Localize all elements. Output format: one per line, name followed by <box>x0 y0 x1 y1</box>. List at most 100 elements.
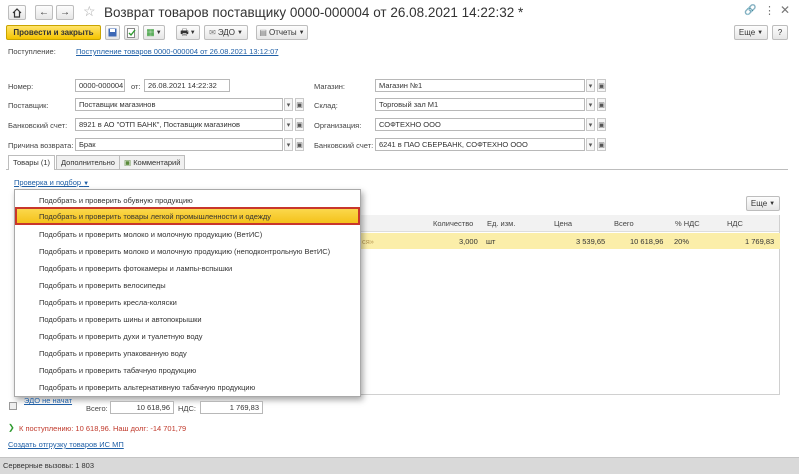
tab-goods[interactable]: Товары (1) <box>8 155 56 170</box>
basis-label: Поступление: <box>8 47 56 56</box>
tab-comment[interactable]: ▣ Комментарий <box>119 155 186 169</box>
edo-button[interactable]: ✉ ЭДО ▼ <box>204 25 248 40</box>
menu-item[interactable]: Подобрать и проверить молоко и молочную … <box>39 230 262 239</box>
vat-field: 1 769,83 <box>200 401 263 414</box>
more-button[interactable]: Еще ▼ <box>734 25 768 40</box>
org-bank-account-dropdown-button[interactable]: ▾ <box>586 138 595 151</box>
warehouse-label: Склад: <box>314 101 338 110</box>
close-icon[interactable]: ✕ <box>780 3 790 17</box>
edo-status-icon <box>9 402 17 410</box>
reports-label: Отчеты <box>268 28 297 37</box>
page-title: Возврат товаров поставщику 0000-000004 о… <box>104 5 524 20</box>
back-button[interactable]: ← <box>35 5 53 20</box>
save-button[interactable] <box>105 25 120 40</box>
org-bank-account-field[interactable]: 6241 в ПАО СБЕРБАНК, СОФТЕХНО ООО <box>375 138 585 151</box>
column-header-unit[interactable]: Ед. изм. <box>487 219 515 228</box>
return-reason-field[interactable]: Брак <box>75 138 283 151</box>
reports-button[interactable]: ▤ Отчеты ▼ <box>256 25 308 40</box>
number-field[interactable]: 0000-000004 <box>75 79 125 92</box>
kebab-icon[interactable]: ⋮ <box>764 4 775 17</box>
column-header-total[interactable]: Всего <box>614 219 634 228</box>
post-and-close-button[interactable]: Провести и закрыть <box>6 25 101 40</box>
check-and-select-link[interactable]: Проверка и подбор ▼ <box>14 178 89 187</box>
open-icon: ▣ <box>598 121 605 129</box>
expand-chevron-icon[interactable]: ❯ <box>8 423 15 432</box>
store-label: Магазин: <box>314 82 346 91</box>
create-based-on-button[interactable]: ▦ ▼ <box>143 25 165 40</box>
forward-button[interactable]: → <box>56 5 74 20</box>
basis-link[interactable]: Поступление товаров 0000-000004 от 26.08… <box>76 47 278 56</box>
warehouse-dropdown-button[interactable]: ▾ <box>586 98 595 111</box>
arrow-left-icon: ← <box>39 7 49 18</box>
edo-icon: ✉ <box>209 28 216 37</box>
supplier-open-button[interactable]: ▣ <box>295 98 304 111</box>
org-bank-account-open-button[interactable]: ▣ <box>597 138 606 151</box>
organization-open-button[interactable]: ▣ <box>597 118 606 131</box>
total-field: 10 618,96 <box>110 401 174 414</box>
post-document-icon <box>127 27 136 38</box>
store-dropdown-button[interactable]: ▾ <box>586 79 595 92</box>
home-button[interactable] <box>8 5 26 20</box>
return-reason-dropdown-button[interactable]: ▾ <box>284 138 293 151</box>
status-bar: Серверные вызовы: 1 803 <box>0 457 799 474</box>
column-header-price[interactable]: Цена <box>554 219 572 228</box>
menu-item[interactable]: Подобрать и проверить молоко и молочную … <box>39 247 330 256</box>
bank-account-open-button[interactable]: ▣ <box>295 118 304 131</box>
vat-label: НДС: <box>178 404 196 413</box>
edo-status-link[interactable]: ЭДО не начат <box>24 396 72 405</box>
chevron-down-icon: ▾ <box>588 82 593 90</box>
organization-field[interactable]: СОФТЕХНО ООО <box>375 118 585 131</box>
table-row[interactable] <box>355 233 780 249</box>
menu-item[interactable]: Подобрать и проверить товары легкой пром… <box>39 212 271 221</box>
menu-item[interactable]: Подобрать и проверить табачную продукцию <box>39 366 196 375</box>
print-button[interactable]: 🖶 ▼ <box>176 25 200 40</box>
receipt-info: К поступлению: 10 618,96. Наш долг: -14 … <box>19 424 187 433</box>
chevron-down-icon: ▾ <box>588 141 593 149</box>
favorite-star-icon[interactable]: ☆ <box>83 3 96 20</box>
supplier-field[interactable]: Поставщик магазинов <box>75 98 283 111</box>
comment-icon: ▣ <box>124 158 132 167</box>
supplier-dropdown-button[interactable]: ▾ <box>284 98 293 111</box>
supplier-label: Поставщик: <box>8 101 49 110</box>
help-button[interactable]: ? <box>772 25 788 40</box>
server-calls-text: Серверные вызовы: 1 803 <box>3 461 94 470</box>
organization-dropdown-button[interactable]: ▾ <box>586 118 595 131</box>
menu-item[interactable]: Подобрать и проверить велосипеды <box>39 281 166 290</box>
store-field[interactable]: Магазин №1 <box>375 79 585 92</box>
date-field[interactable]: 26.08.2021 14:22:32 <box>144 79 230 92</box>
menu-item[interactable]: Подобрать и проверить шины и автопокрышк… <box>39 315 202 324</box>
grid-more-button[interactable]: Еще ▼ <box>746 196 780 211</box>
column-header-vat-rate[interactable]: % НДС <box>675 219 700 228</box>
open-icon: ▣ <box>598 101 605 109</box>
warehouse-field[interactable]: Торговый зал М1 <box>375 98 585 111</box>
row-price: 3 539,65 <box>576 237 606 246</box>
return-reason-open-button[interactable]: ▣ <box>295 138 304 151</box>
chevron-down-icon: ▼ <box>757 29 764 36</box>
org-bank-account-label: Банковский счет: <box>314 141 374 150</box>
menu-item[interactable]: Подобрать и проверить альтернативную таб… <box>39 383 255 392</box>
bank-account-dropdown-button[interactable]: ▾ <box>284 118 293 131</box>
chevron-down-icon: ▾ <box>286 101 291 109</box>
row-item-name-trail: ся» <box>362 237 374 246</box>
create-shipment-link[interactable]: Создать отгрузку товаров ИС МП <box>8 440 124 449</box>
tab-comment-label: Комментарий <box>133 158 181 167</box>
bank-account-field[interactable]: 8921 в АО "ОТП БАНК", Поставщик магазино… <box>75 118 283 131</box>
menu-item[interactable]: Подобрать и проверить духи и туалетную в… <box>39 332 203 341</box>
column-header-vat[interactable]: НДС <box>727 219 743 228</box>
tab-additional[interactable]: Дополнительно <box>56 155 120 169</box>
column-header-quantity[interactable]: Количество <box>433 219 473 228</box>
more-label: Еще <box>738 28 756 37</box>
chevron-down-icon: ▾ <box>286 121 291 129</box>
row-unit: шт <box>486 237 496 246</box>
store-open-button[interactable]: ▣ <box>597 79 606 92</box>
menu-item[interactable]: Подобрать и проверить обувную продукцию <box>39 196 193 205</box>
menu-item[interactable]: Подобрать и проверить кресла-коляски <box>39 298 177 307</box>
date-label: от: <box>131 82 141 91</box>
warehouse-open-button[interactable]: ▣ <box>597 98 606 111</box>
menu-item[interactable]: Подобрать и проверить фотокамеры и лампы… <box>39 264 232 273</box>
post-button[interactable] <box>124 25 139 40</box>
row-vat: 1 769,83 <box>745 237 775 246</box>
link-icon[interactable]: 🔗 <box>744 5 756 16</box>
chevron-down-icon: ▾ <box>588 101 593 109</box>
menu-item[interactable]: Подобрать и проверить упакованную воду <box>39 349 187 358</box>
